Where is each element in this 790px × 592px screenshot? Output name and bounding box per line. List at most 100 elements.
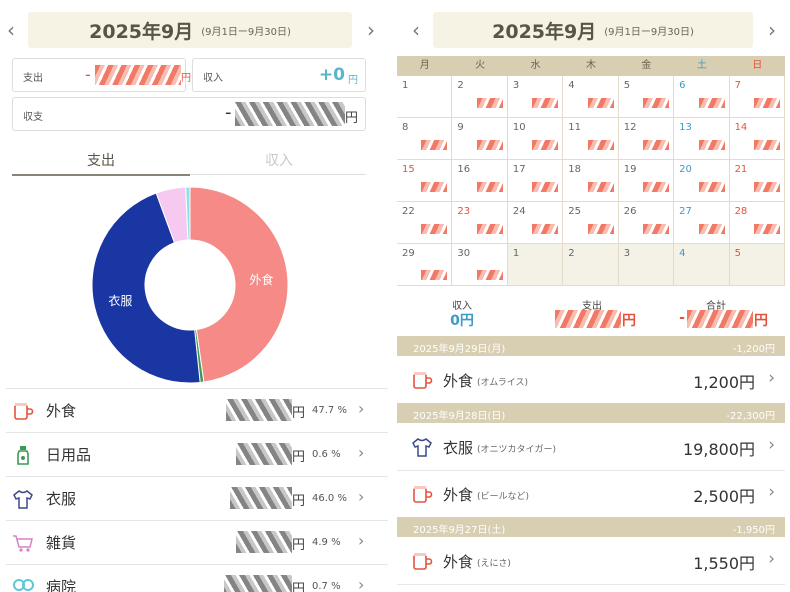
day-header-date: 2025年9月29日(月) (413, 344, 506, 355)
calendar-day-cell[interactable]: 6 (674, 76, 730, 118)
calendar-day-number: 1 (402, 80, 409, 91)
calendar-day-cell[interactable]: 10 (507, 118, 564, 160)
calendar-day-cell[interactable]: 22 (397, 202, 453, 244)
day-header-date: 2025年9月27日(土) (413, 525, 506, 536)
calendar-day-cell[interactable]: 7 (729, 76, 785, 118)
calendar-day-cell[interactable]: 13 (674, 118, 730, 160)
calendar-day-number: 16 (457, 164, 471, 175)
calendar-day-amount-redacted (643, 98, 670, 108)
donut-label-2: 衣服 (108, 293, 132, 308)
summary-income-value: 0円 (450, 313, 474, 329)
category-percent: 4.9 % (312, 537, 341, 548)
prev-month-button-calendar[interactable]: ‹ (405, 18, 427, 42)
calendar-day-amount-redacted (532, 182, 559, 192)
calendar-day-cell[interactable]: 11 (563, 118, 619, 160)
calendar-day-number: 8 (402, 122, 409, 133)
transaction-row[interactable]: 外食 (オムライス) 1,200円 › (397, 356, 785, 404)
calendar-day-amount-redacted (698, 140, 725, 150)
calendar-day-cell[interactable]: 20 (674, 160, 730, 202)
tab-income-underline (190, 174, 366, 175)
calendar-day-cell[interactable]: 29 (397, 244, 453, 286)
calendar-day-cell[interactable]: 17 (507, 160, 564, 202)
calendar-day-number: 26 (623, 206, 637, 217)
tab-income[interactable]: 収入 (190, 150, 368, 170)
calendar-day-cell[interactable]: 30 (452, 244, 508, 286)
calendar-day-number: 28 (734, 206, 748, 217)
calendar-day-cell[interactable]: 8 (397, 118, 453, 160)
balance-redacted (235, 102, 345, 126)
next-month-button-calendar[interactable]: › (761, 18, 783, 42)
chevron-right-icon: › (768, 482, 775, 502)
cup-icon (411, 483, 433, 505)
prev-month-button[interactable]: ‹ (0, 18, 22, 42)
calendar-day-cell[interactable]: 23 (452, 202, 508, 244)
month-title-calendar: 2025年9月 (492, 20, 597, 43)
category-row[interactable]: 病院 円 0.7 % › (6, 564, 388, 592)
calendar-day-number: 29 (402, 248, 415, 259)
transaction-row[interactable]: 外食 (えにさ) 1,550円 › (397, 537, 785, 585)
calendar-day-cell[interactable]: 16 (452, 160, 508, 202)
transaction-row[interactable]: 衣服 (オニツカタイガー) 19,800円 › (397, 423, 785, 471)
category-name: 外食 (46, 402, 77, 420)
calendar-day-cell[interactable]: 21 (729, 160, 785, 202)
calendar-day-amount-redacted (587, 140, 614, 150)
calendar-day-amount-redacted (643, 224, 670, 234)
calendar-day-amount-redacted (476, 224, 503, 234)
calendar-day-cell[interactable]: 18 (563, 160, 619, 202)
category-row[interactable]: 外食 円 47.7 % › (6, 388, 388, 432)
calendar-day-amount-redacted (643, 140, 670, 150)
transaction-amount: 1,200円 (693, 373, 755, 392)
category-amount-redacted (236, 531, 292, 553)
expense-label: 支出 (23, 73, 43, 84)
chevron-left-icon: ‹ (412, 18, 420, 42)
chevron-left-icon: ‹ (7, 18, 15, 42)
calendar-day-number: 20 (679, 164, 692, 175)
calendar-day-amount-redacted (753, 182, 780, 192)
month-range: (9月1日ー9月30日) (201, 26, 291, 38)
category-row[interactable]: 雑貨 円 4.9 % › (6, 520, 388, 564)
calendar-day-cell[interactable]: 24 (507, 202, 564, 244)
category-percent: 0.6 % (312, 449, 341, 460)
transaction-amount: 19,800円 (683, 440, 755, 459)
calendar-day-cell[interactable]: 4 (563, 76, 619, 118)
calendar-day-number: 11 (568, 122, 582, 133)
calendar-day-number: 12 (623, 122, 637, 133)
calendar-day-cell[interactable]: 14 (729, 118, 785, 160)
calendar-day-cell[interactable]: 2 (452, 76, 508, 118)
calendar-day-cell[interactable]: 3 (618, 244, 675, 286)
next-month-button[interactable]: › (360, 18, 382, 42)
calendar-day-cell[interactable]: 15 (397, 160, 453, 202)
category-row[interactable]: 日用品 円 0.6 % › (6, 432, 388, 476)
calendar-day-cell[interactable]: 2 (563, 244, 619, 286)
day-header-total: -22,300円 (726, 411, 775, 422)
summary-expense-yen: 円 (622, 313, 636, 329)
calendar-day-amount-redacted (587, 182, 614, 192)
calendar-day-cell[interactable]: 1 (397, 76, 453, 118)
calendar-day-cell[interactable]: 1 (507, 244, 564, 286)
calendar-day-cell[interactable]: 28 (729, 202, 785, 244)
calendar-day-cell[interactable]: 4 (674, 244, 730, 286)
month-header-calendar: 2025年9月 (9月1日ー9月30日) (433, 12, 753, 48)
calendar-day-cell[interactable]: 9 (452, 118, 508, 160)
calendar-day-number: 4 (568, 80, 575, 91)
transaction-memo: (オニツカタイガー) (477, 445, 557, 455)
calendar-day-cell[interactable]: 19 (618, 160, 675, 202)
day-header-date: 2025年9月28日(日) (413, 411, 506, 422)
calendar-day-amount-redacted (421, 140, 448, 150)
tab-expense-underline (12, 174, 190, 176)
chevron-right-icon: › (768, 435, 775, 455)
calendar-day-cell[interactable]: 27 (674, 202, 730, 244)
calendar-day-number: 3 (623, 248, 631, 259)
transaction-row[interactable]: 外食 (ビールなど) 2,500円 › (397, 470, 785, 518)
tab-expense[interactable]: 支出 (12, 150, 190, 170)
calendar-day-cell[interactable]: 5 (618, 76, 675, 118)
calendar-day-cell[interactable]: 25 (563, 202, 619, 244)
calendar-day-cell[interactable]: 26 (618, 202, 675, 244)
weekday-label: 土 (696, 60, 707, 71)
weekday-label: 水 (530, 60, 541, 71)
category-row[interactable]: 衣服 円 46.0 % › (6, 476, 388, 520)
calendar-day-cell[interactable]: 12 (618, 118, 675, 160)
calendar-day-cell[interactable]: 5 (729, 244, 785, 286)
category-summary-screen: ‹ 2025年9月 (9月1日ー9月30日) › 支出 - 円 収入 +0 円 … (0, 0, 392, 592)
calendar-day-cell[interactable]: 3 (507, 76, 564, 118)
